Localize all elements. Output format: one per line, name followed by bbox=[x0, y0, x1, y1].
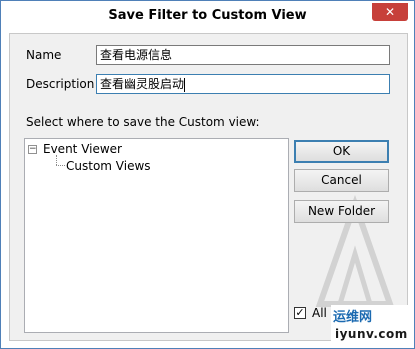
title-bar: Save Filter to Custom View ✕ bbox=[1, 1, 414, 33]
name-label: Name bbox=[26, 48, 62, 62]
name-field-value: 查看电源信息 bbox=[100, 48, 173, 62]
badge-url: iyunv.com bbox=[335, 327, 408, 341]
dialog-body: Name 查看电源信息 Description 查看幽灵股启动 Select w… bbox=[9, 33, 408, 341]
name-field[interactable]: 查看电源信息 bbox=[96, 45, 390, 65]
close-icon: ✕ bbox=[384, 5, 396, 19]
ok-button[interactable]: OK bbox=[294, 140, 389, 163]
tree-connector bbox=[56, 165, 65, 166]
cancel-button[interactable]: Cancel bbox=[294, 169, 389, 192]
tree-item-event-viewer[interactable]: Event Viewer bbox=[43, 142, 122, 156]
close-button[interactable]: ✕ bbox=[372, 3, 408, 21]
checkmark-icon: ✓ bbox=[295, 306, 305, 319]
window-title: Save Filter to Custom View bbox=[108, 8, 307, 23]
collapse-icon[interactable]: − bbox=[28, 145, 37, 154]
description-label: Description bbox=[26, 77, 95, 91]
description-field[interactable]: 查看幽灵股启动 bbox=[96, 74, 390, 94]
all-users-checkbox[interactable]: ✓ bbox=[294, 307, 306, 319]
tree-item-custom-views[interactable]: Custom Views bbox=[66, 159, 151, 173]
location-label: Select where to save the Custom view: bbox=[26, 115, 260, 129]
new-folder-button[interactable]: New Folder bbox=[294, 200, 389, 223]
text-caret bbox=[184, 77, 186, 92]
dialog-window: Save Filter to Custom View ✕ Name 查看电源信息… bbox=[0, 0, 415, 349]
tree-connector bbox=[56, 155, 57, 165]
badge-title: 运维网 bbox=[333, 310, 373, 325]
folder-tree[interactable]: − Event Viewer Custom Views bbox=[24, 138, 289, 333]
site-watermark-badge: 运维网 iyunv.com bbox=[331, 305, 413, 347]
description-field-value: 查看幽灵股启动 bbox=[100, 77, 185, 91]
